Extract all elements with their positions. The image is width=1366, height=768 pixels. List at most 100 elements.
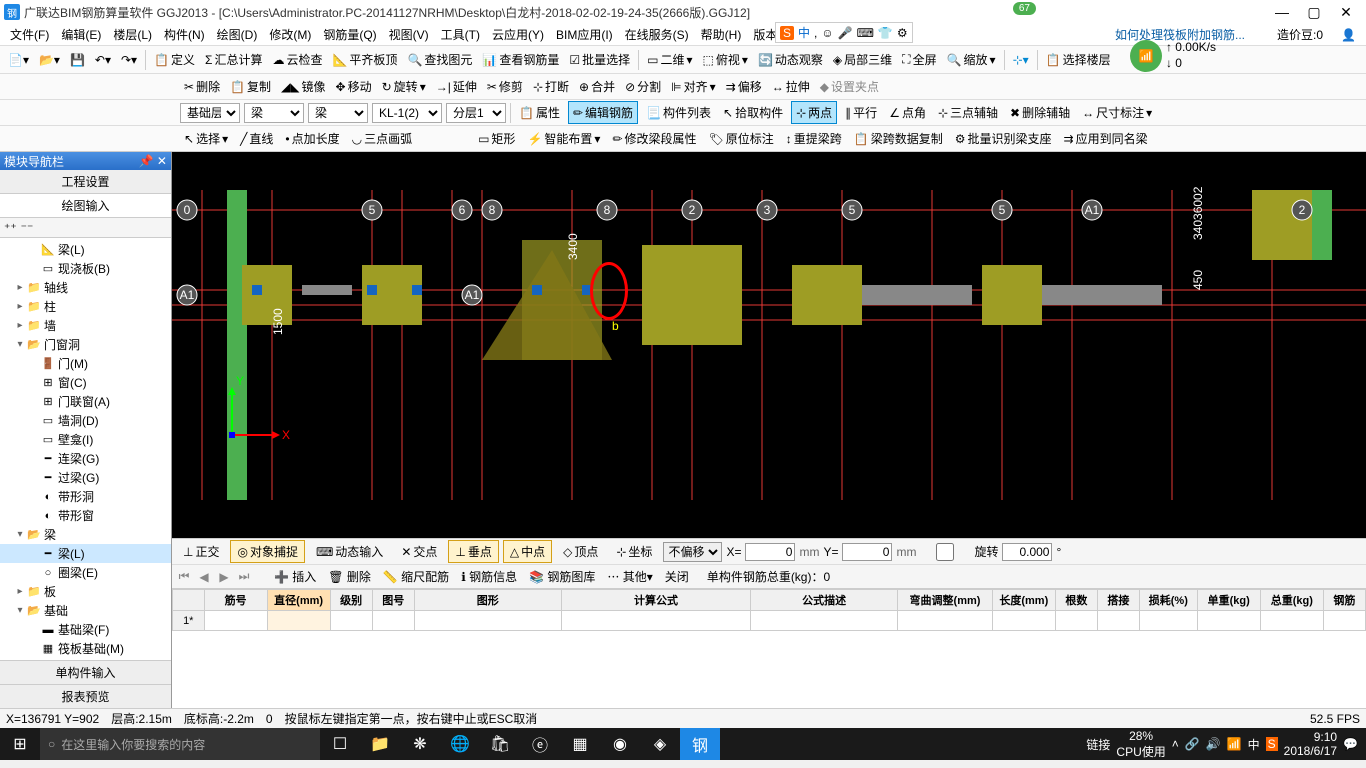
menu-view[interactable]: 视图(V) bbox=[383, 26, 435, 43]
2d-button[interactable]: ▭ 二维▾ bbox=[643, 49, 696, 70]
point-angle-button[interactable]: ∠ 点角 bbox=[885, 102, 930, 123]
mid-snap[interactable]: △ 中点 bbox=[503, 540, 552, 563]
relift-span-tool[interactable]: ↕ 重提梁跨 bbox=[782, 128, 846, 149]
axis-button[interactable]: ⊹▾ bbox=[1009, 51, 1033, 69]
rect-tool[interactable]: ▭ 矩形 bbox=[474, 128, 519, 149]
tray-wifi-icon[interactable]: 📶 bbox=[1227, 737, 1242, 751]
top-view-button[interactable]: ⬚ 俯视▾ bbox=[699, 49, 752, 70]
tree-expand-icon[interactable]: ⁺⁺ bbox=[4, 221, 17, 235]
edge-icon[interactable]: 🌐 bbox=[440, 728, 480, 760]
perp-snap[interactable]: ⊥ 垂点 bbox=[448, 540, 498, 563]
menu-cloud[interactable]: 云应用(Y) bbox=[486, 26, 550, 43]
tree-item[interactable]: ▾📂梁 bbox=[0, 525, 171, 544]
tree-item[interactable]: ◐带形窗 bbox=[0, 506, 171, 525]
y-input[interactable] bbox=[842, 543, 892, 561]
cloud-check-button[interactable]: ☁ 云检查 bbox=[268, 49, 326, 70]
dyn-input-toggle[interactable]: ⌨ 动态输入 bbox=[309, 540, 390, 563]
tree-item[interactable]: ○圈梁(E) bbox=[0, 563, 171, 582]
minimize-button[interactable]: — bbox=[1266, 4, 1298, 21]
smart-layout-tool[interactable]: ⚡ 智能布置▾ bbox=[523, 128, 604, 149]
tray-up-icon[interactable]: ˄ bbox=[1172, 737, 1179, 751]
menu-rebar[interactable]: 钢筋量(Q) bbox=[317, 26, 382, 43]
tray-vol-icon[interactable]: 🔊 bbox=[1206, 737, 1221, 751]
line-tool[interactable]: ╱ 直线 bbox=[236, 128, 277, 149]
tree-item[interactable]: 🚪门(M) bbox=[0, 354, 171, 373]
merge-button[interactable]: ⊕ 合并 bbox=[575, 76, 619, 97]
tree-item[interactable]: ━梁(L) bbox=[0, 544, 171, 563]
new-button[interactable]: 📄▾ bbox=[4, 51, 33, 69]
offset-mode[interactable]: 不偏移 bbox=[663, 542, 722, 562]
local-3d-button[interactable]: ◈ 局部三维 bbox=[829, 49, 896, 70]
tab-project-settings[interactable]: 工程设置 bbox=[0, 170, 171, 194]
rotate-check[interactable] bbox=[920, 543, 970, 561]
select-tool[interactable]: ↖ 选择▾ bbox=[180, 128, 232, 149]
tree-item[interactable]: ━连梁(G) bbox=[0, 449, 171, 468]
zoom-button[interactable]: 🔍 缩放▾ bbox=[943, 49, 1000, 70]
open-button[interactable]: 📂▾ bbox=[35, 51, 64, 69]
view-rebar-button[interactable]: 📊 查看钢筋量 bbox=[478, 49, 563, 70]
menu-help[interactable]: 帮助(H) bbox=[695, 26, 748, 43]
align-button[interactable]: ⊫ 对齐▾ bbox=[667, 76, 720, 97]
tree-item[interactable]: ━过梁(G) bbox=[0, 468, 171, 487]
scale-rebar-button[interactable]: 📏 缩尺配筋 bbox=[379, 566, 453, 587]
last-button[interactable]: ⏭ bbox=[236, 569, 252, 584]
first-button[interactable]: ⏮ bbox=[176, 569, 192, 584]
copy-button[interactable]: 📋 复制 bbox=[226, 76, 275, 97]
member-combo[interactable]: KL-1(2) bbox=[372, 103, 442, 123]
level-top-button[interactable]: 📐 平齐板顶 bbox=[328, 49, 401, 70]
app3-icon[interactable]: ◉ bbox=[600, 728, 640, 760]
explorer-icon[interactable]: 📁 bbox=[360, 728, 400, 760]
grip-button[interactable]: ◆ 设置夹点 bbox=[816, 76, 883, 97]
stretch-button[interactable]: ↔ 拉伸 bbox=[768, 76, 814, 97]
tray-net-icon[interactable]: 🔗 bbox=[1185, 737, 1200, 751]
edit-rebar-button[interactable]: ✏ 编辑钢筋 bbox=[568, 101, 638, 124]
menu-file[interactable]: 文件(F) bbox=[4, 26, 55, 43]
split-button[interactable]: ⊘ 分割 bbox=[621, 76, 665, 97]
member-list-button[interactable]: 📃 构件列表 bbox=[642, 102, 715, 123]
tree-item[interactable]: ▭现浇板(B) bbox=[0, 259, 171, 278]
mirror-button[interactable]: ◢◣ 镜像 bbox=[277, 76, 329, 97]
tray-ime-icon[interactable]: 中 bbox=[1248, 736, 1260, 753]
prev-button[interactable]: ◀ bbox=[196, 570, 212, 584]
rotate-button[interactable]: ↻ 旋转▾ bbox=[378, 76, 430, 97]
tree-item[interactable]: ⊞窗(C) bbox=[0, 373, 171, 392]
tree-item[interactable]: 📐梁(L) bbox=[0, 240, 171, 259]
batch-select-button[interactable]: ☑ 批量选择 bbox=[565, 49, 634, 70]
osnap-toggle[interactable]: ◎ 对象捕捉 bbox=[230, 540, 305, 563]
rotate-input[interactable] bbox=[1002, 543, 1052, 561]
floor-combo[interactable]: 基础层 bbox=[180, 103, 240, 123]
two-point-button[interactable]: ⊹ 两点 bbox=[791, 101, 837, 124]
layer-combo[interactable]: 分层1 bbox=[446, 103, 506, 123]
props-button[interactable]: 📋 属性 bbox=[515, 102, 564, 123]
notification-icon[interactable]: 💬 bbox=[1343, 737, 1358, 751]
select-floor-button[interactable]: 📋 选择楼层 bbox=[1042, 49, 1115, 70]
menu-floor[interactable]: 楼层(L) bbox=[107, 26, 158, 43]
arc-tool[interactable]: ◡ 三点画弧 bbox=[348, 128, 417, 149]
menu-member[interactable]: 构件(N) bbox=[158, 26, 211, 43]
app4-icon[interactable]: ◈ bbox=[640, 728, 680, 760]
clock[interactable]: 9:102018/6/17 bbox=[1284, 730, 1337, 759]
tree-item[interactable]: ▾📂基础 bbox=[0, 601, 171, 620]
rebar-info-button[interactable]: ℹ 钢筋信息 bbox=[457, 566, 521, 587]
insert-row-button[interactable]: ➕ 插入 bbox=[270, 566, 320, 587]
find-element-button[interactable]: 🔍 查找图元 bbox=[403, 49, 476, 70]
app1-icon[interactable]: ❋ bbox=[400, 728, 440, 760]
delete-axis-button[interactable]: ✖ 删除辅轴 bbox=[1006, 102, 1074, 123]
app2-icon[interactable]: ▦ bbox=[560, 728, 600, 760]
orbit-button[interactable]: 🔄 动态观察 bbox=[754, 49, 827, 70]
delete-row-button[interactable]: 🗑 删除 bbox=[324, 566, 375, 587]
tree-item[interactable]: ⊞门联窗(A) bbox=[0, 392, 171, 411]
menu-tools[interactable]: 工具(T) bbox=[435, 26, 486, 43]
tree-item[interactable]: ▸📁板 bbox=[0, 582, 171, 601]
vertex-snap[interactable]: ◇ 顶点 bbox=[556, 540, 605, 563]
pick-member-button[interactable]: ↖ 拾取构件 bbox=[719, 102, 787, 123]
tab-draw-input[interactable]: 绘图输入 bbox=[0, 194, 171, 218]
break-button[interactable]: ⊹ 打断 bbox=[529, 76, 573, 97]
three-point-axis-button[interactable]: ⊹ 三点辅轴 bbox=[934, 102, 1002, 123]
menu-edit[interactable]: 编辑(E) bbox=[55, 26, 107, 43]
task-view-icon[interactable]: ☐ bbox=[320, 728, 360, 760]
redo-button[interactable]: ↷▾ bbox=[117, 51, 141, 69]
close-rebar-button[interactable]: 关闭 bbox=[661, 566, 693, 587]
close-button[interactable]: ✕ bbox=[1330, 4, 1362, 21]
sum-button[interactable]: Σ 汇总计算 bbox=[201, 49, 266, 70]
